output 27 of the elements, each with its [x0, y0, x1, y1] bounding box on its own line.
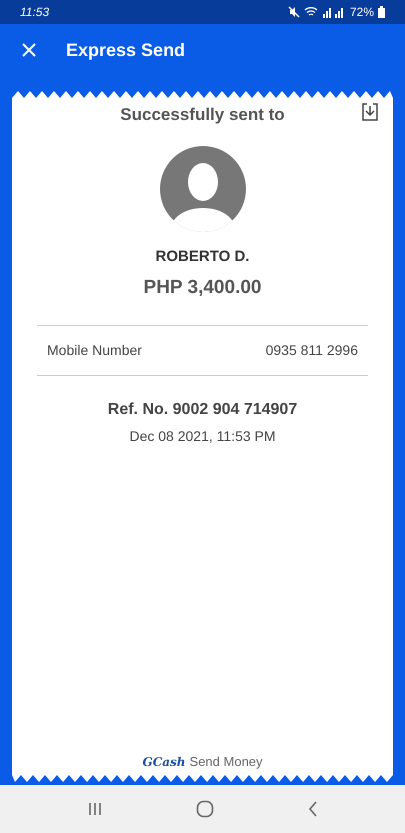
detail-value: 0935 811 2996	[266, 340, 358, 360]
receipt-heading: Successfully sent to	[120, 104, 285, 126]
status-time: 11:53	[20, 4, 50, 21]
recent-apps-icon	[86, 802, 103, 816]
home-button[interactable]	[196, 800, 214, 818]
reference-number: Ref. No. 9002 904 714907	[108, 400, 298, 420]
battery-percent: 72%	[350, 4, 374, 21]
recent-apps-button[interactable]	[86, 802, 103, 816]
amount: PHP 3,400.00	[144, 276, 262, 300]
recipient-name: ROBERTO D.	[156, 246, 250, 266]
download-icon	[361, 102, 379, 122]
footer-text: Send Money	[190, 752, 263, 771]
mute-icon	[288, 6, 300, 18]
close-button[interactable]	[20, 41, 38, 59]
wifi-icon	[304, 6, 318, 18]
avatar-icon	[160, 146, 246, 232]
close-icon	[21, 42, 37, 58]
header-title: Express Send	[66, 38, 186, 62]
download-button[interactable]	[361, 102, 379, 122]
back-button[interactable]	[308, 801, 318, 817]
home-icon	[196, 800, 214, 818]
detail-label: Mobile Number	[47, 340, 142, 360]
brand-logo: GCash	[142, 754, 186, 770]
signal-icon	[322, 6, 346, 18]
battery-icon	[378, 6, 385, 18]
transaction-date: Dec 08 2021, 11:53 PM	[129, 426, 276, 446]
back-icon	[308, 801, 318, 817]
